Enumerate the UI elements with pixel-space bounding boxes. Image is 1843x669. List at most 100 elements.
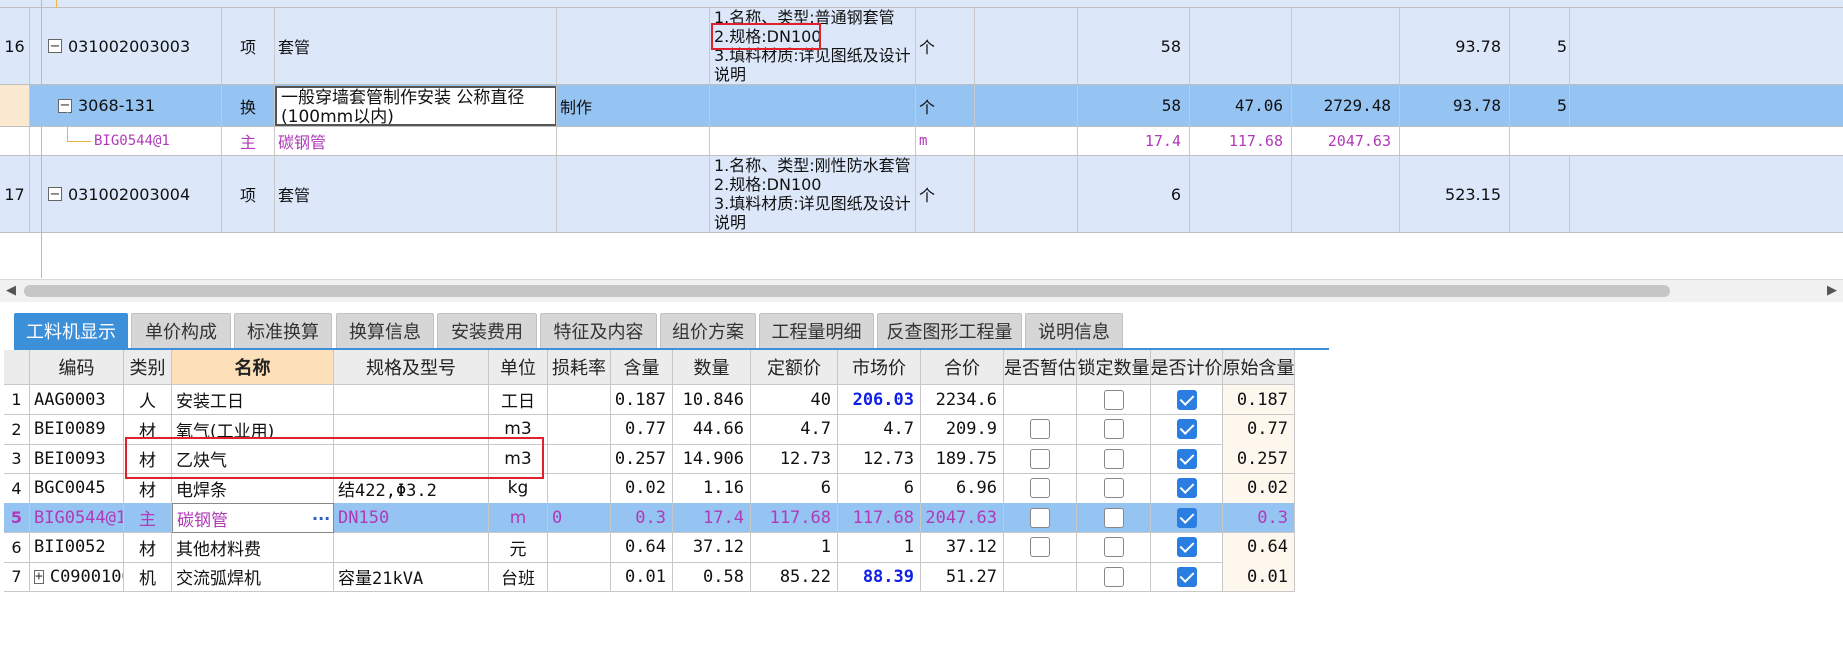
- tab-pricing-scheme[interactable]: 组价方案: [660, 313, 756, 348]
- checkbox-empty-icon[interactable]: [1103, 448, 1124, 469]
- tab-standard-conversion[interactable]: 标准换算: [234, 313, 332, 348]
- resource-content[interactable]: 0.01: [611, 562, 673, 592]
- collapse-icon[interactable]: −: [48, 187, 62, 201]
- resource-name[interactable]: 其他材料费: [172, 532, 334, 563]
- resource-name[interactable]: 碳钢管: [172, 503, 334, 533]
- resource-name[interactable]: 交流弧焊机: [172, 562, 334, 592]
- tab-graphic-quantity[interactable]: 反查图形工程量: [877, 313, 1022, 348]
- tab-labor-material-machine[interactable]: 工料机显示: [14, 313, 128, 348]
- checkbox-empty-icon[interactable]: [1030, 478, 1050, 498]
- resource-market-price[interactable]: 6: [838, 473, 921, 504]
- resource-content[interactable]: 0.187: [611, 385, 673, 415]
- resource-spec[interactable]: 容量21kVA: [334, 562, 489, 592]
- checkbox-empty-icon[interactable]: [1103, 566, 1124, 587]
- header-name[interactable]: 名称: [172, 350, 334, 385]
- resource-loss-rate[interactable]: [548, 444, 611, 474]
- estimated-checkbox[interactable]: [1004, 473, 1077, 504]
- resource-spec[interactable]: DN150: [334, 503, 489, 533]
- resource-spec[interactable]: [334, 385, 489, 415]
- resource-spec[interactable]: [334, 532, 489, 563]
- expand-icon[interactable]: +: [34, 569, 44, 584]
- resource-market-price[interactable]: 206.03: [838, 385, 921, 415]
- collapse-icon[interactable]: −: [48, 39, 62, 53]
- estimated-checkbox[interactable]: [1004, 532, 1077, 563]
- resource-loss-rate[interactable]: [548, 473, 611, 504]
- header-content[interactable]: 含量: [611, 350, 673, 385]
- resource-content[interactable]: 0.77: [611, 414, 673, 445]
- header-code[interactable]: 编码: [30, 350, 124, 385]
- checkbox-empty-icon[interactable]: [1030, 537, 1050, 557]
- lock-quantity-checkbox[interactable]: [1077, 532, 1151, 563]
- item-code-cell[interactable]: − 031002003003: [30, 8, 222, 84]
- resource-market-price[interactable]: 1: [838, 532, 921, 563]
- resource-content[interactable]: 0.257: [611, 444, 673, 474]
- estimated-checkbox[interactable]: [1004, 414, 1077, 445]
- estimated-checkbox[interactable]: [1004, 562, 1077, 592]
- estimated-checkbox[interactable]: [1004, 444, 1077, 474]
- checkbox-empty-icon[interactable]: [1103, 478, 1124, 498]
- header-quota-price[interactable]: 定额价: [751, 350, 838, 385]
- lock-quantity-checkbox[interactable]: [1077, 444, 1151, 474]
- priced-checkbox[interactable]: [1151, 473, 1223, 504]
- horizontal-scrollbar[interactable]: ◀ ▶: [0, 279, 1843, 303]
- collapse-icon[interactable]: −: [58, 98, 72, 113]
- item-name[interactable]: 套管: [275, 156, 557, 232]
- resource-loss-rate[interactable]: 0: [548, 503, 611, 533]
- header-original-content[interactable]: 原始含量: [1223, 350, 1295, 385]
- scrollbar-thumb[interactable]: [24, 285, 1670, 297]
- estimated-checkbox[interactable]: [1004, 503, 1077, 533]
- scroll-right-icon[interactable]: ▶: [1827, 283, 1837, 298]
- lock-quantity-checkbox[interactable]: [1077, 473, 1151, 504]
- estimated-checkbox[interactable]: [1004, 385, 1077, 415]
- resource-content[interactable]: 0.02: [611, 473, 673, 504]
- resource-content[interactable]: 0.3: [611, 503, 673, 533]
- header-priced[interactable]: 是否计价: [1151, 350, 1223, 385]
- lock-quantity-checkbox[interactable]: [1077, 503, 1151, 533]
- checkbox-checked-icon[interactable]: [1176, 448, 1197, 469]
- lock-quantity-checkbox[interactable]: [1077, 385, 1151, 415]
- item-name[interactable]: 套管: [275, 8, 557, 84]
- checkbox-empty-icon[interactable]: [1030, 419, 1050, 439]
- checkbox-checked-icon[interactable]: [1176, 566, 1197, 587]
- quota-code-cell[interactable]: − 3068-131: [30, 85, 222, 126]
- header-spec[interactable]: 规格及型号: [334, 350, 489, 385]
- resource-name[interactable]: 安装工日: [172, 385, 334, 415]
- checkbox-checked-icon[interactable]: [1176, 419, 1197, 439]
- resource-code[interactable]: + C0900100: [30, 562, 124, 592]
- header-loss-rate[interactable]: 损耗率: [548, 350, 611, 385]
- priced-checkbox[interactable]: [1151, 385, 1223, 415]
- resource-market-price[interactable]: 117.68: [838, 503, 921, 533]
- lock-quantity-checkbox[interactable]: [1077, 562, 1151, 592]
- tab-installation-fee[interactable]: 安装费用: [437, 313, 537, 348]
- header-total[interactable]: 合价: [921, 350, 1004, 385]
- checkbox-empty-icon[interactable]: [1103, 389, 1124, 410]
- boq-row-16[interactable]: 16 − 031002003003 项 套管 1.名称、类型:普通钢套管 2.规…: [0, 8, 1843, 84]
- checkbox-empty-icon[interactable]: [1030, 507, 1050, 528]
- priced-checkbox[interactable]: [1151, 414, 1223, 445]
- tab-features-content[interactable]: 特征及内容: [540, 313, 657, 348]
- resource-market-price[interactable]: 88.39: [838, 562, 921, 592]
- tab-conversion-info[interactable]: 换算信息: [336, 313, 434, 348]
- checkbox-checked-icon[interactable]: [1176, 507, 1197, 528]
- item-features[interactable]: 1.名称、类型:刚性防水套管 2.规格:DN100 3.填料材质:详见图纸及设计…: [710, 156, 916, 232]
- checkbox-checked-icon[interactable]: [1176, 537, 1197, 557]
- resource-market-price[interactable]: 4.7: [838, 414, 921, 445]
- checkbox-empty-icon[interactable]: [1103, 507, 1124, 528]
- resource-content[interactable]: 0.64: [611, 532, 673, 563]
- checkbox-empty-icon[interactable]: [1103, 419, 1124, 439]
- header-lock-quantity[interactable]: 锁定数量: [1077, 350, 1151, 385]
- resource-loss-rate[interactable]: [548, 385, 611, 415]
- priced-checkbox[interactable]: [1151, 444, 1223, 474]
- scroll-left-icon[interactable]: ◀: [6, 283, 16, 298]
- header-quantity[interactable]: 数量: [673, 350, 751, 385]
- boq-row-17[interactable]: 17 − 031002003004 项 套管 1.名称、类型:刚性防水套管 2.…: [0, 156, 1843, 232]
- priced-checkbox[interactable]: [1151, 503, 1223, 533]
- tab-unit-price-composition[interactable]: 单价构成: [131, 313, 231, 348]
- item-code-cell[interactable]: − 031002003004: [30, 156, 222, 232]
- checkbox-empty-icon[interactable]: [1030, 448, 1050, 469]
- priced-checkbox[interactable]: [1151, 562, 1223, 592]
- material-row[interactable]: BIG0544@1 主 碳钢管 m 17.4 117.68 2047.63: [0, 127, 1843, 155]
- quota-name-editor[interactable]: 一般穿墙套管制作安装 公称直径(100mm以内): [275, 86, 556, 126]
- checkbox-checked-icon[interactable]: [1176, 478, 1197, 498]
- header-category[interactable]: 类别: [124, 350, 172, 385]
